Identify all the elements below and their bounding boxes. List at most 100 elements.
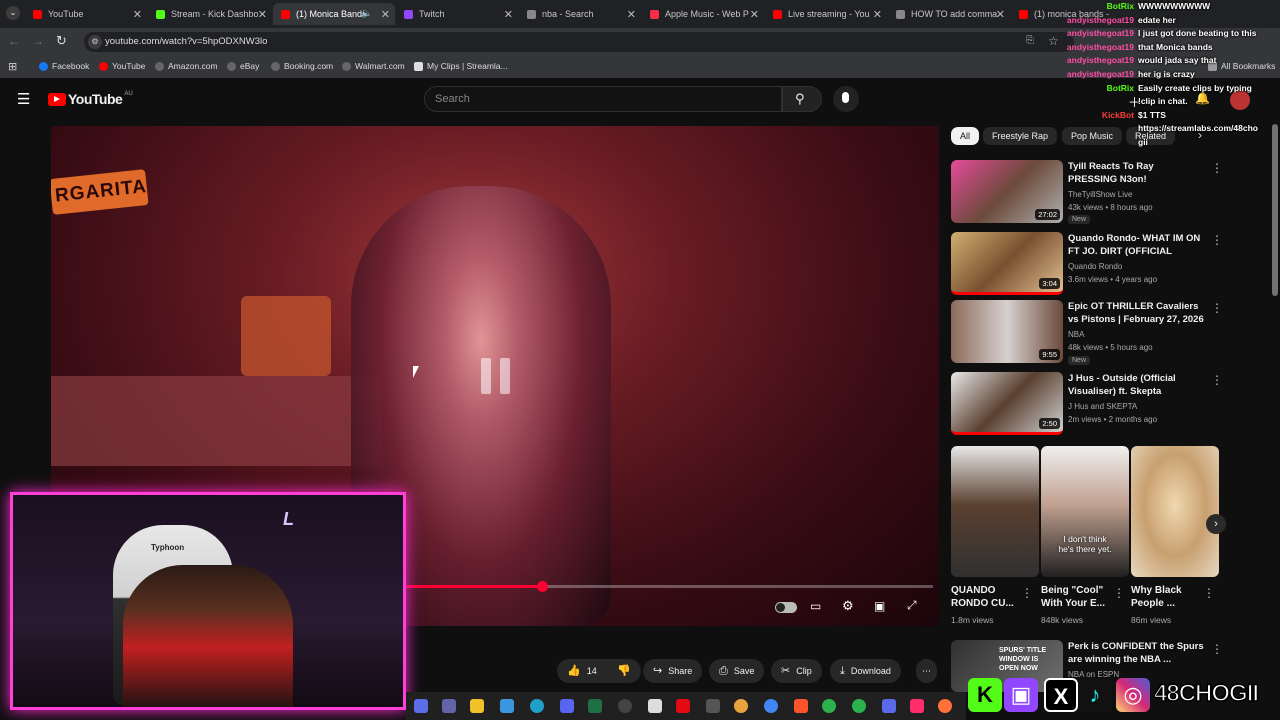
back-icon[interactable]: ← [8, 34, 20, 48]
tab-youtube[interactable]: YouTube ✕ [25, 3, 147, 25]
netflix-icon[interactable] [676, 699, 690, 713]
short-thumbnail[interactable] [951, 446, 1039, 577]
rec-title[interactable]: Perk is CONFIDENT the Spurs are winning … [1068, 640, 1204, 666]
short-title[interactable]: Being "Cool" With Your E... [1041, 584, 1115, 610]
tab-monica-bands[interactable]: (1) Monica Bands 🔈 ✕ [273, 3, 395, 25]
more-vert-icon[interactable]: ⋮ [1211, 374, 1223, 386]
bookmark-booking[interactable]: Booking.com [271, 61, 333, 71]
short-title[interactable]: Why Black People ... [1131, 584, 1205, 610]
rec-thumbnail[interactable]: 27:02 [951, 160, 1063, 223]
app-icon[interactable] [706, 699, 720, 713]
autoplay-toggle[interactable] [775, 602, 797, 613]
download-button[interactable]: ⤓ Download [830, 659, 901, 683]
more-vert-icon[interactable]: ⋮ [1021, 587, 1033, 599]
rec-thumbnail[interactable]: 2:50 [951, 372, 1063, 435]
site-info-icon[interactable]: ⚙ [88, 35, 102, 49]
brave-icon[interactable] [794, 699, 808, 713]
tab-kick-dashboard[interactable]: Stream - Kick Dashbo ✕ [148, 3, 272, 25]
more-vert-icon[interactable]: ⋮ [1211, 234, 1223, 246]
apps-icon[interactable]: ⊞ [8, 60, 17, 73]
close-icon[interactable]: ✕ [873, 8, 882, 21]
app-icon[interactable] [648, 699, 662, 713]
spreadsheet-icon[interactable] [588, 699, 602, 713]
short-thumbnail[interactable] [1131, 446, 1219, 577]
dislike-button[interactable]: 👎 [607, 659, 641, 683]
settings-icon[interactable]: ⚙ [842, 598, 854, 614]
short-thumbnail[interactable]: I don't think he's there yet. [1041, 446, 1129, 577]
app-icon[interactable] [822, 699, 836, 713]
menu-icon[interactable]: ☰ [17, 90, 30, 108]
more-vert-icon[interactable]: ⋮ [1211, 643, 1223, 655]
rec-title[interactable]: Quando Rondo- WHAT IM ON FT JO. DIRT (OF… [1068, 232, 1204, 258]
fullscreen-icon[interactable]: ⤢ [907, 598, 917, 613]
tab-twitch[interactable]: Twitch ✕ [396, 3, 518, 25]
pause-icon[interactable] [481, 358, 511, 394]
clip-button[interactable]: ✂ Clip [771, 659, 822, 683]
close-icon[interactable]: ✕ [258, 8, 267, 21]
store-icon[interactable] [500, 699, 514, 713]
bookmark-facebook[interactable]: Facebook [39, 61, 89, 71]
rec-channel[interactable]: TheTyillShow Live [1068, 190, 1132, 199]
close-icon[interactable]: ✕ [996, 8, 1005, 21]
bookmark-ebay[interactable]: eBay [227, 61, 259, 71]
chip-all[interactable]: All [951, 127, 980, 145]
firefox-icon[interactable] [938, 699, 952, 713]
tab-apple-music[interactable]: Apple Music - Web P ✕ [642, 3, 764, 25]
rec-channel[interactable]: NBA [1068, 330, 1084, 339]
rec-channel[interactable]: J Hus and SKEPTA [1068, 402, 1137, 411]
forward-icon[interactable]: → [32, 34, 44, 48]
more-actions-button[interactable]: ⋯ [916, 659, 937, 683]
close-icon[interactable]: ✕ [133, 8, 142, 21]
more-vert-icon[interactable]: ⋮ [1203, 587, 1215, 599]
scrubber-handle[interactable] [536, 581, 548, 592]
shorts-next-button[interactable]: › [1206, 514, 1226, 534]
rec-thumbnail[interactable]: 9:55 [951, 300, 1063, 363]
file-explorer-icon[interactable] [470, 699, 484, 713]
search-button[interactable]: ⚲ [782, 86, 822, 112]
close-icon[interactable]: ✕ [381, 8, 390, 21]
app-icon[interactable] [852, 699, 866, 713]
obs-icon[interactable] [618, 699, 632, 713]
more-vert-icon[interactable]: ⋮ [1113, 587, 1125, 599]
save-button[interactable]: ⎙ Save [709, 659, 765, 683]
bookmark-amazon[interactable]: Amazon.com [155, 61, 218, 71]
rec-title[interactable]: Tyill Reacts To Ray PRESSING N3on! [1068, 160, 1204, 186]
rec-title[interactable]: J Hus - Outside (Official Visualiser) ft… [1068, 372, 1204, 398]
close-icon[interactable]: ✕ [750, 8, 759, 21]
edge-icon[interactable] [530, 699, 544, 713]
share-button[interactable]: ↪ Share [643, 659, 703, 683]
address-bar[interactable]: ⚙ youtube.com/watch?v=5hpODXNW3lo ⎘ ☆ [84, 32, 1074, 52]
miniplayer-icon[interactable]: ▣ [874, 599, 885, 613]
speaker-icon[interactable]: 🔈 [361, 8, 372, 19]
like-button[interactable]: 👍 14 [557, 659, 607, 683]
bookmark-walmart[interactable]: Walmart.com [342, 61, 405, 71]
subtitles-icon[interactable]: ▭ [810, 599, 821, 613]
more-vert-icon[interactable]: ⋮ [1211, 302, 1223, 314]
close-icon[interactable]: ✕ [627, 8, 636, 21]
reload-icon[interactable]: ↻ [56, 33, 67, 49]
bookmark-label: YouTube [112, 61, 146, 71]
tab-live-streaming[interactable]: Live streaming - You ✕ [765, 3, 887, 25]
app-icon[interactable] [882, 699, 896, 713]
discord-icon[interactable] [560, 699, 574, 713]
short-title[interactable]: QUANDO RONDO CU... [951, 584, 1025, 610]
rec-title[interactable]: Epic OT THRILLER Cavaliers vs Pistons | … [1068, 300, 1204, 326]
youtube-logo[interactable]: YouTube AU [48, 91, 133, 107]
tiktok-icon[interactable] [910, 699, 924, 713]
scrollbar[interactable] [1272, 124, 1278, 296]
teams-icon[interactable] [442, 699, 456, 713]
close-icon[interactable]: ✕ [504, 8, 513, 21]
copilot-icon[interactable] [414, 699, 428, 713]
bookmark-my-clips[interactable]: My Clips | Streamla... [414, 61, 508, 71]
bookmark-youtube[interactable]: YouTube [99, 61, 145, 71]
tab-how-to-add-comma[interactable]: HOW TO add comma ✕ [888, 3, 1010, 25]
chrome-icon[interactable] [734, 699, 748, 713]
search-input[interactable]: Search [424, 86, 782, 112]
rec-channel[interactable]: Quando Rondo [1068, 262, 1122, 271]
chrome-active-icon[interactable] [764, 699, 778, 713]
tab-menu-icon[interactable]: ⌄ [6, 6, 20, 20]
more-vert-icon[interactable]: ⋮ [1211, 162, 1223, 174]
rec-thumbnail[interactable]: 3:04 [951, 232, 1063, 295]
voice-search-button[interactable] [833, 86, 859, 112]
tab-nba-search[interactable]: nba - Search ✕ [519, 3, 641, 25]
